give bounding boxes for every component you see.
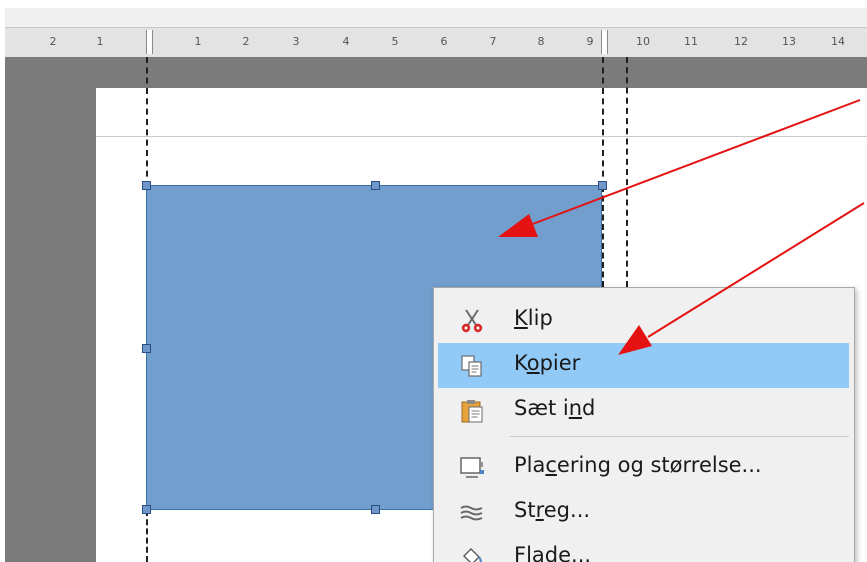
resize-handle-top-right[interactable] — [598, 181, 607, 190]
ruler-number: 12 — [734, 35, 748, 48]
position-size-icon — [460, 457, 484, 478]
scissors-icon — [461, 309, 483, 333]
ruler-number: 2 — [242, 35, 250, 48]
toolbar-strip — [5, 8, 867, 27]
paste-icon — [461, 400, 483, 423]
screenshot-frame: 2 1 1 2 3 4 5 6 7 8 9 10 11 12 13 14 Kli… — [0, 0, 867, 562]
ruler-number: 5 — [391, 35, 399, 48]
resize-handle-bottom[interactable] — [371, 505, 380, 514]
line-style-icon — [460, 505, 483, 521]
alignment-guide — [146, 510, 148, 562]
ruler-number: 1 — [96, 35, 104, 48]
page-margin-line — [96, 136, 867, 137]
menu-separator — [510, 436, 849, 437]
ruler-number: 4 — [342, 35, 350, 48]
ruler-number: 14 — [831, 35, 845, 48]
alignment-guide — [146, 57, 148, 187]
menu-item-flade[interactable]: Flade... — [438, 535, 849, 562]
resize-handle-bottom-left[interactable] — [142, 505, 151, 514]
horizontal-ruler[interactable]: 2 1 1 2 3 4 5 6 7 8 9 10 11 12 13 14 — [5, 27, 867, 58]
ruler-number: 6 — [440, 35, 448, 48]
menu-item-saet-ind[interactable]: Sæt ind — [438, 388, 849, 433]
ruler-number: 10 — [636, 35, 650, 48]
resize-handle-top-left[interactable] — [142, 181, 151, 190]
menu-item-label: Flade... — [514, 543, 592, 562]
context-menu: Klip Kopier Sæt ind Placering og størrel… — [433, 287, 855, 562]
alignment-guide — [626, 57, 628, 287]
menu-item-label: Klip — [514, 306, 553, 330]
resize-handle-left[interactable] — [142, 344, 151, 353]
right-margin-marker[interactable] — [601, 30, 608, 54]
menu-item-label: Streg... — [514, 498, 591, 522]
ruler-number: 9 — [586, 35, 594, 48]
ruler-number: 13 — [782, 35, 796, 48]
ruler-number: 3 — [292, 35, 300, 48]
menu-item-streg[interactable]: Streg... — [438, 490, 849, 535]
ruler-number: 11 — [684, 35, 698, 48]
menu-item-klip[interactable]: Klip — [438, 298, 849, 343]
ruler-number: 8 — [537, 35, 545, 48]
alignment-guide — [602, 186, 604, 287]
ruler-number: 7 — [489, 35, 497, 48]
menu-item-label: Placering og størrelse... — [514, 453, 762, 477]
menu-item-kopier[interactable]: Kopier — [438, 343, 849, 388]
alignment-guide — [602, 57, 604, 187]
menu-item-placering-og-stoerrelse[interactable]: Placering og størrelse... — [438, 445, 849, 490]
ruler-number: 2 — [49, 35, 57, 48]
resize-handle-top[interactable] — [371, 181, 380, 190]
fill-bucket-icon — [463, 548, 482, 562]
menu-item-label: Sæt ind — [514, 396, 596, 420]
menu-item-label: Kopier — [514, 351, 581, 375]
ruler-number: 1 — [194, 35, 202, 48]
left-margin-marker[interactable] — [146, 30, 153, 54]
copy-icon — [461, 355, 482, 377]
